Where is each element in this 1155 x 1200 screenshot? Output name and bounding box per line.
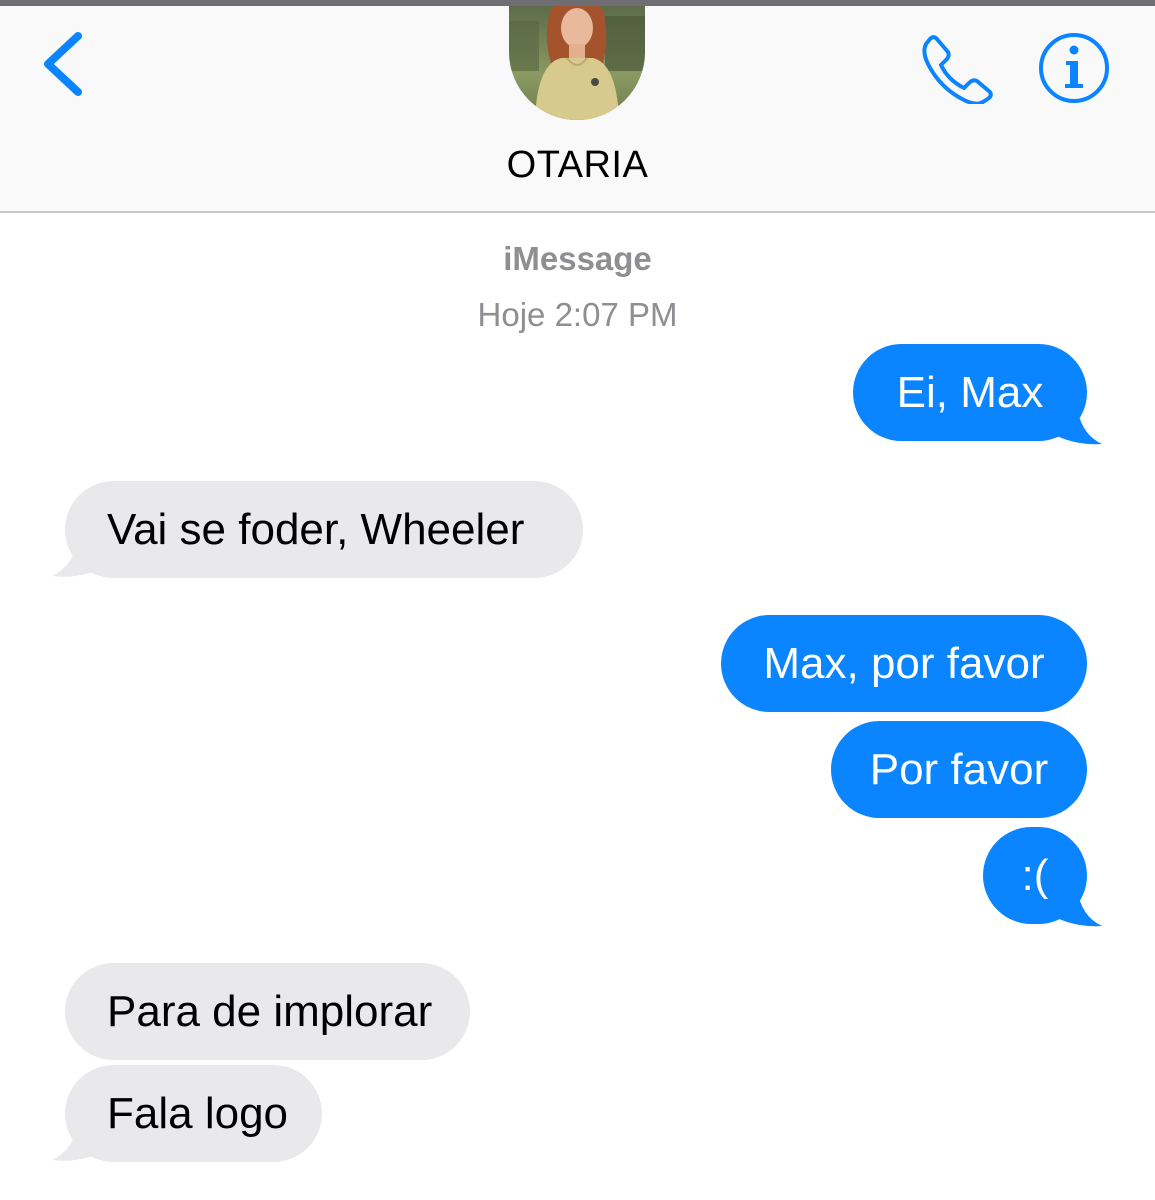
phone-icon xyxy=(922,35,993,106)
message-bubble-sent[interactable]: Por favor xyxy=(831,721,1087,818)
message-bubble-sent[interactable]: :( xyxy=(983,827,1087,924)
contact-avatar[interactable] xyxy=(509,6,645,120)
message-bubble-sent[interactable]: Ei, Max xyxy=(853,344,1087,441)
message-bubble-received[interactable]: Fala logo xyxy=(65,1065,322,1162)
conversation-header: OTARIA xyxy=(0,6,1155,213)
avatar-photo xyxy=(509,6,645,120)
info-button[interactable] xyxy=(1036,30,1112,106)
message-timestamp: Hoje 2:07 PM xyxy=(477,296,678,333)
chevron-left-icon xyxy=(44,32,82,96)
back-button[interactable] xyxy=(36,28,92,100)
message-bubble-received[interactable]: Para de implorar xyxy=(65,963,470,1060)
info-icon xyxy=(1039,33,1109,103)
service-label: iMessage xyxy=(503,240,652,277)
call-button[interactable] xyxy=(914,32,994,106)
message-bubble-received[interactable]: Vai se foder, Wheeler xyxy=(65,481,583,578)
message-bubble-sent[interactable]: Max, por favor xyxy=(721,615,1087,712)
contact-name[interactable]: OTARIA xyxy=(0,144,1155,187)
